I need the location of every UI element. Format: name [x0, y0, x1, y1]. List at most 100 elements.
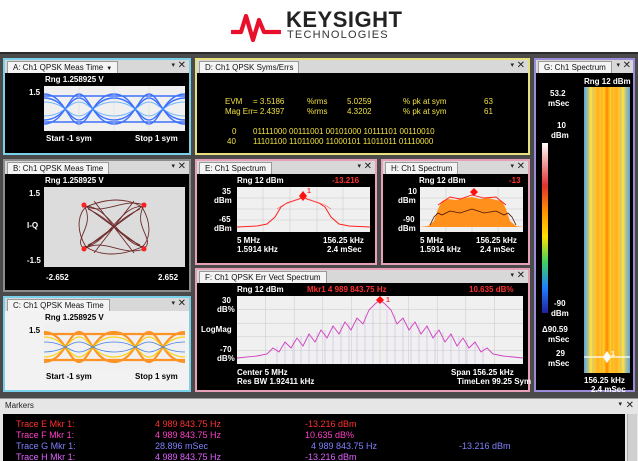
window-g-titlebar[interactable]: G: Ch1 Spectrum ▾ ✕	[536, 60, 633, 73]
range-label: Rng 12 dBm	[237, 176, 284, 185]
keysight-wave-icon	[231, 13, 281, 42]
close-icon[interactable]: ✕	[178, 161, 186, 173]
window-f-body: Rng 12 dBm Mkr1 4 989 843.75 Hz 10.635 d…	[197, 283, 532, 390]
close-icon[interactable]: ✕	[178, 60, 186, 72]
spectrogram-plot[interactable]	[584, 87, 630, 373]
mag-err-peak: 4.3202	[347, 107, 372, 116]
y-unit-label: dBm	[398, 196, 416, 205]
window-f-tab[interactable]: F: Ch1 QPSK Err Vect Spectrum	[199, 271, 327, 283]
constellation-plot[interactable]	[44, 187, 185, 267]
window-a[interactable]: A: Ch1 QPSK Meas Time ▼ ▾ ✕ Rng 1.258925 …	[3, 58, 191, 155]
window-a-tab[interactable]: A: Ch1 QPSK Meas Time ▼	[7, 61, 119, 73]
window-a-title: A: Ch1 QPSK Meas Time	[13, 63, 104, 72]
time-bottom-value: 29	[556, 349, 565, 358]
minimize-icon[interactable]: ▾	[510, 60, 514, 72]
window-h-tab[interactable]: H: Ch1 Spectrum	[385, 162, 459, 174]
y-unit-label: dBm	[214, 196, 232, 205]
marker-readout: -13	[509, 176, 521, 185]
spectrum-trace-h	[420, 187, 523, 232]
window-h-body: Rng 12 dBm -13 10 dBm -90 dBm 5 MHz 156.…	[383, 174, 528, 263]
minimize-icon[interactable]: ▾	[510, 270, 514, 282]
close-icon[interactable]: ✕	[626, 400, 634, 411]
window-e-titlebar[interactable]: E: Ch1 Spectrum ▾ ✕	[197, 161, 375, 174]
minimize-icon[interactable]: ▾	[616, 60, 620, 72]
marker-row-f1: 4 989 843.75 Hz	[155, 430, 222, 440]
freq-span-label: 156.25 kHz	[584, 376, 625, 385]
close-icon[interactable]: ✕	[364, 161, 372, 173]
window-c-tab[interactable]: C: Ch1 QPSK Meas Time	[7, 299, 110, 311]
window-c-titlebar[interactable]: C: Ch1 QPSK Meas Time ▾ ✕	[5, 298, 189, 311]
eye-diagram-plot[interactable]	[44, 324, 185, 369]
window-h[interactable]: H: Ch1 Spectrum ▾ ✕ Rng 12 dBm -13 10 dB…	[381, 159, 530, 265]
close-icon[interactable]: ✕	[517, 270, 525, 282]
err-vect-spectrum-plot[interactable]	[237, 296, 523, 364]
marker-row-v1: -13.216 dBm	[305, 452, 357, 461]
spectrum-plot[interactable]	[237, 187, 370, 232]
time-top-value: 53.2	[550, 89, 566, 98]
minimize-icon[interactable]: ▾	[171, 298, 175, 310]
time-label: 2.4 mSec	[327, 245, 362, 254]
minimize-icon[interactable]: ▾	[510, 161, 514, 173]
marker-number: 1	[386, 297, 390, 304]
window-b[interactable]: B: Ch1 QPSK Meas Time ▾ ✕ Rng 1.258925 V…	[3, 159, 191, 292]
marker-row-trace: Trace G Mkr 1:	[16, 441, 76, 451]
minimize-icon[interactable]: ▾	[171, 60, 175, 72]
chevron-down-icon[interactable]: ▼	[106, 66, 112, 72]
marker-value: 10.635 dB%	[469, 285, 514, 294]
spectrum-plot[interactable]	[420, 187, 523, 232]
marker-diamond-icon	[299, 191, 307, 201]
range-label: Rng 1.258925 V	[45, 176, 104, 185]
marker-row-f1: 28.896 mSec	[155, 441, 209, 451]
range-label: Rng 1.258925 V	[45, 75, 104, 84]
window-f-titlebar[interactable]: F: Ch1 QPSK Err Vect Spectrum ▾ ✕	[197, 270, 528, 283]
brand-header: KEYSIGHT TECHNOLOGIES	[0, 0, 638, 50]
err-vect-spectrum-trace	[237, 296, 523, 364]
window-g[interactable]: G: Ch1 Spectrum ▾ ✕ Rng 12 dBm 53.2 mSec…	[534, 58, 635, 394]
window-g-title: G: Ch1 Spectrum	[544, 63, 606, 72]
minimize-icon[interactable]: ▾	[171, 161, 175, 173]
window-d-titlebar[interactable]: D: Ch1 QPSK Syms/Errs ▾ ✕	[197, 60, 528, 73]
minimize-icon[interactable]: ▾	[618, 400, 622, 408]
evm-label: EVM	[225, 97, 243, 106]
close-icon[interactable]: ✕	[517, 60, 525, 72]
marker-row-v1: -13.216 dBm	[305, 419, 357, 429]
scale-top-unit: dBm	[551, 131, 569, 140]
close-icon[interactable]: ✕	[517, 161, 525, 173]
x-start-label: Start -1 sym	[46, 372, 92, 381]
window-c[interactable]: C: Ch1 QPSK Meas Time ▾ ✕ Rng 1.258925 V…	[3, 296, 191, 392]
timelen-label: TimeLen 99.25 Sym	[457, 377, 532, 386]
window-e[interactable]: E: Ch1 Spectrum ▾ ✕ Rng 12 dBm -13.216 3…	[195, 159, 377, 265]
x-right-label: 156.25 kHz	[323, 236, 364, 245]
window-g-tab[interactable]: G: Ch1 Spectrum	[538, 61, 612, 73]
window-b-tab[interactable]: B: Ch1 QPSK Meas Time	[7, 162, 110, 174]
y-bottom-label: -65	[219, 215, 231, 224]
eye-diagram-plot[interactable]	[44, 86, 185, 131]
time-label: 2.4 mSec	[480, 245, 515, 254]
window-h-titlebar[interactable]: H: Ch1 Spectrum ▾ ✕	[383, 161, 528, 174]
x-left-label: -2.652	[46, 273, 69, 282]
y-top-label: 1.5	[29, 326, 41, 335]
y-unit-label: dBm	[214, 224, 232, 233]
eye-diagram-a	[44, 86, 185, 131]
delta-time-value: Δ90.59	[542, 325, 568, 334]
marker-readout: -13.216	[332, 176, 360, 185]
close-icon[interactable]: ✕	[178, 298, 186, 310]
window-d-tab[interactable]: D: Ch1 QPSK Syms/Errs	[199, 61, 300, 73]
y-bottom-label: -1.5	[27, 256, 41, 265]
scale-bottom-unit: dBm	[551, 309, 569, 318]
range-label: Rng 1.258925 V	[45, 313, 104, 322]
window-d[interactable]: D: Ch1 QPSK Syms/Errs ▾ ✕ EVM = 3.5186 %…	[195, 58, 530, 155]
window-c-body: Rng 1.258925 V 1.5 Start -1 sym Stop 1 s…	[5, 311, 189, 390]
window-e-tab[interactable]: E: Ch1 Spectrum	[199, 162, 272, 174]
marker-row-v2: -13.216 dBm	[459, 441, 511, 451]
window-b-titlebar[interactable]: B: Ch1 QPSK Meas Time ▾ ✕	[5, 161, 189, 174]
x-stop-label: Stop 1 sym	[135, 372, 178, 381]
minimize-icon[interactable]: ▾	[357, 161, 361, 173]
window-f-title: F: Ch1 QPSK Err Vect Spectrum	[205, 273, 321, 282]
close-icon[interactable]: ✕	[623, 60, 631, 72]
y-top-label: 1.5	[29, 189, 41, 198]
y-top-label: 10	[408, 187, 417, 196]
window-a-titlebar[interactable]: A: Ch1 QPSK Meas Time ▼ ▾ ✕	[5, 60, 189, 73]
markers-scrollbar[interactable]	[627, 414, 637, 461]
window-f[interactable]: F: Ch1 QPSK Err Vect Spectrum ▾ ✕ Rng 12…	[195, 268, 532, 392]
